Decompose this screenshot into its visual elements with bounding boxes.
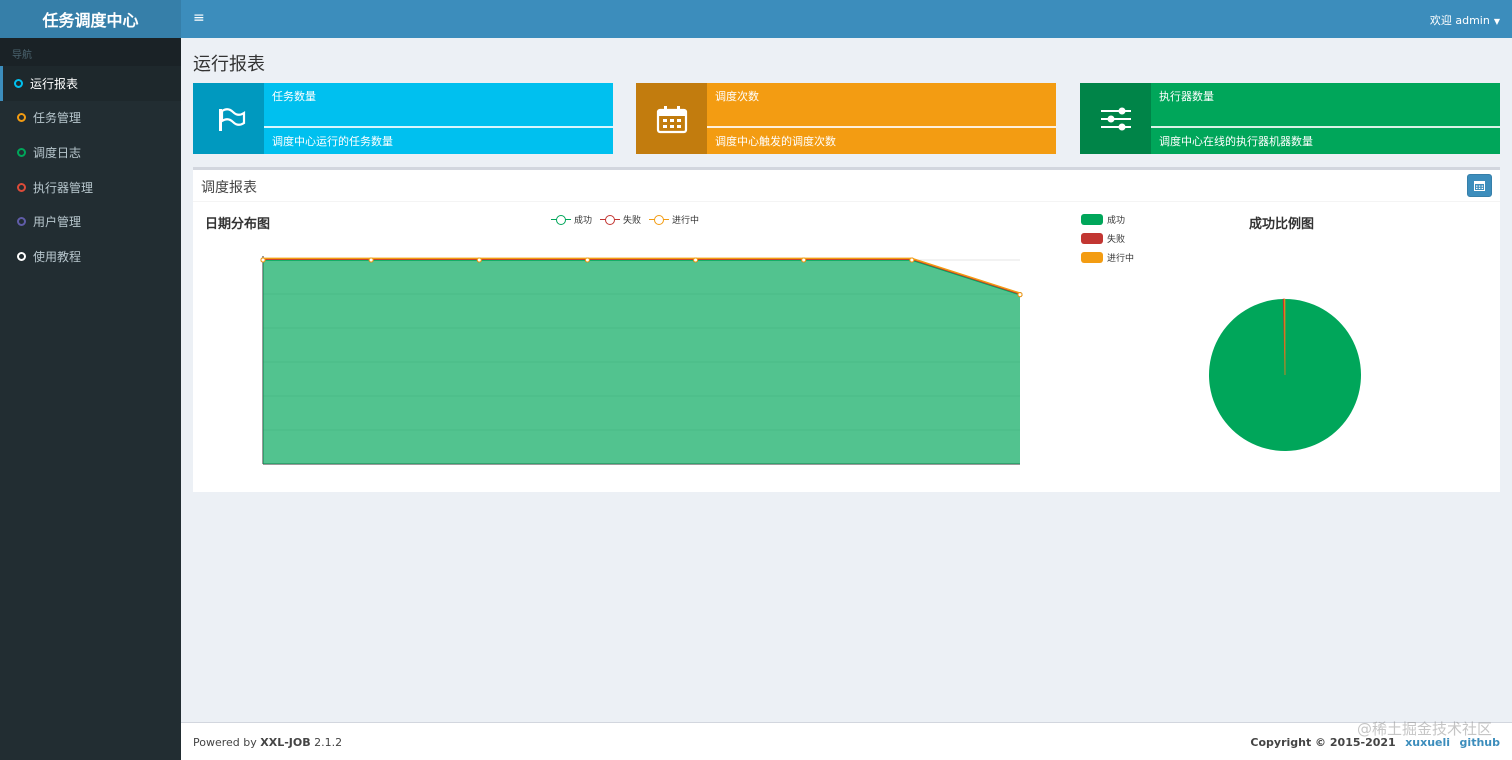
calendar-icon [1474, 181, 1485, 191]
menu-toggle-icon[interactable]: ≡ [193, 11, 205, 25]
area-series-0 [263, 260, 1020, 464]
footer-product: XXL-JOB [260, 736, 311, 749]
page-title: 运行报表 [193, 54, 265, 75]
info-box-desc: 调度中心运行的任务数量 [272, 135, 393, 148]
sidebar-item-logs[interactable]: 调度日志 [0, 135, 181, 170]
sidebar-item-label: 运行报表 [30, 76, 79, 91]
circle-icon [17, 147, 26, 157]
watermark: @稀土掘金技术社区 [1356, 720, 1492, 738]
pie-legend-item[interactable]: 成功 [1081, 213, 1125, 226]
report-panel-title: 调度报表 [201, 180, 257, 196]
circle-icon [14, 78, 23, 88]
data-point [909, 257, 915, 263]
nav-section-label: 导航 [0, 38, 181, 66]
sidebar-item-jobs[interactable]: 任务管理 [0, 101, 181, 136]
sidebar-item-label: 使用教程 [33, 249, 82, 264]
footer-powered: Powered by XXL-JOB 2.1.2 [193, 736, 342, 749]
circle-icon [17, 113, 26, 123]
data-point [693, 257, 699, 263]
legend-swatch [649, 214, 670, 225]
info-box-title: 调度次数 [715, 90, 759, 103]
legend-label[interactable]: 进行中 [672, 213, 699, 226]
line-chart-legend: 成功 失败 进行中 [551, 213, 699, 226]
circle-icon [17, 182, 26, 192]
sliders-icon [1080, 83, 1151, 154]
progress-bar [707, 126, 1056, 128]
legend-swatch [551, 214, 571, 225]
sidebar-item-report[interactable]: 运行报表 [0, 66, 181, 101]
top-navbar: ≡ 欢迎 admin ▼ [181, 0, 1512, 38]
info-box-jobs: 任务数量 调度中心运行的任务数量 [193, 83, 613, 154]
circle-icon [17, 251, 26, 261]
sidebar-item-help[interactable]: 使用教程 [0, 239, 181, 274]
legend-label: 进行中 [1107, 254, 1135, 264]
flag-icon [193, 83, 264, 154]
data-point [260, 257, 266, 263]
data-point [476, 257, 482, 263]
user-menu[interactable]: 欢迎 admin ▼ [1430, 12, 1500, 28]
legend-label[interactable]: 成功 [574, 213, 592, 226]
legend-label[interactable]: 失败 [623, 213, 641, 226]
sidebar-item-label: 调度日志 [33, 145, 82, 160]
data-point [801, 257, 807, 263]
circle-icon [17, 217, 26, 227]
legend-label: 失败 [1107, 235, 1126, 245]
pie-chart [1209, 298, 1362, 451]
sidebar-item-label: 用户管理 [33, 215, 82, 230]
pie-legend-item[interactable]: 进行中 [1081, 251, 1134, 264]
footer-version: 2.1.2 [310, 736, 343, 749]
info-box-title: 执行器数量 [1159, 90, 1214, 103]
data-point [584, 257, 590, 263]
report-panel-header: 调度报表 [193, 170, 1500, 202]
date-range-button[interactable] [1467, 174, 1492, 197]
sidebar-item-users[interactable]: 用户管理 [0, 204, 181, 239]
legend-swatch [1081, 214, 1103, 225]
sidebar-item-label: 执行器管理 [33, 180, 94, 195]
calendar-icon [636, 83, 707, 154]
line-chart [260, 256, 1023, 465]
report-panel: 调度报表 日期分布图 成功 失败 进行中 成功 失败 进行中 成功比例图 [193, 167, 1500, 492]
caret-down-icon: ▼ [1493, 16, 1500, 26]
footer-powered-prefix: Powered by [193, 736, 261, 749]
pie-legend-item[interactable]: 失败 [1081, 232, 1125, 245]
legend-swatch [1081, 233, 1103, 244]
sidebar: 任务调度中心 导航 运行报表 任务管理 调度日志 执行器管理 用户管理 使用教程 [0, 0, 181, 760]
legend-swatch [600, 214, 621, 225]
info-box-desc: 调度中心在线的执行器机器数量 [1159, 135, 1313, 148]
pie-chart-title: 成功比例图 [1249, 217, 1315, 232]
info-box-triggers: 调度次数 调度中心触发的调度次数 [636, 83, 1056, 154]
legend-label: 成功 [1107, 216, 1126, 226]
info-box-desc: 调度中心触发的调度次数 [715, 135, 836, 148]
user-menu-label: 欢迎 admin [1429, 14, 1490, 27]
info-box-title: 任务数量 [272, 90, 316, 103]
line-chart-title: 日期分布图 [205, 217, 271, 232]
sidebar-item-label: 任务管理 [33, 111, 82, 126]
data-point [1017, 292, 1023, 298]
info-box-executors: 执行器数量 调度中心在线的执行器机器数量 [1080, 83, 1500, 154]
progress-bar [264, 126, 613, 128]
progress-bar [1151, 126, 1500, 128]
sidebar-item-executors[interactable]: 执行器管理 [0, 170, 181, 205]
legend-swatch [1081, 252, 1103, 263]
footer: Powered by XXL-JOB 2.1.2 Copyright © 201… [181, 722, 1512, 760]
data-point [368, 257, 374, 263]
brand-logo[interactable]: 任务调度中心 [0, 0, 181, 38]
